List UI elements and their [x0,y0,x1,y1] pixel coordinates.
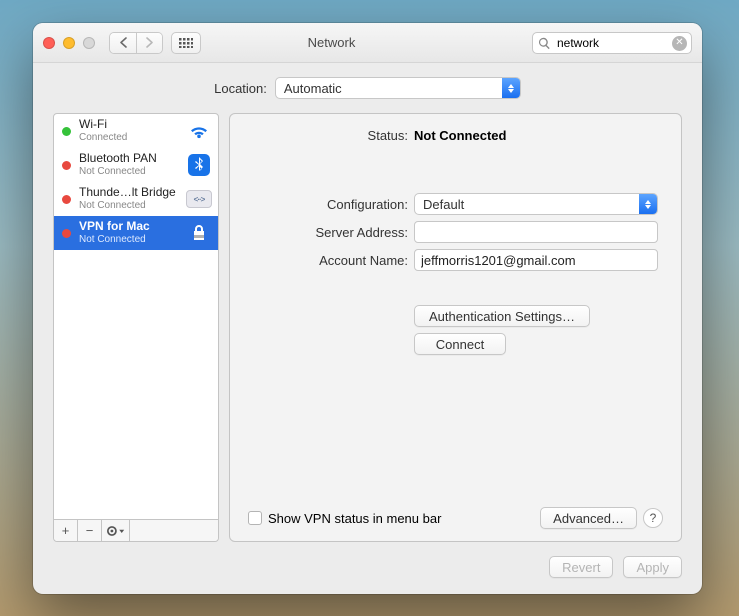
service-name: Wi-Fi [79,118,178,132]
content-area: Location: Automatic Wi-Fi Connected [33,63,702,594]
service-bluetooth-pan[interactable]: Bluetooth PAN Not Connected [54,148,218,182]
authentication-settings-button[interactable]: Authentication Settings… [414,305,590,327]
configuration-label: Configuration: [248,197,408,212]
location-row: Location: Automatic [53,77,682,99]
status-dot-icon [62,229,71,238]
apply-button[interactable]: Apply [623,556,682,578]
service-vpn[interactable]: VPN for Mac Not Connected [54,216,218,250]
main-row: Wi-Fi Connected Bluetooth PAN Not Connec… [53,113,682,542]
search-input[interactable] [555,35,669,51]
location-select[interactable]: Automatic [275,77,521,99]
show-vpn-status-label: Show VPN status in menu bar [268,511,441,526]
configuration-row: Configuration: Default [248,193,663,215]
help-button[interactable]: ? [643,508,663,528]
zoom-window-button[interactable] [83,37,95,49]
location-value: Automatic [284,81,342,96]
show-vpn-status-checkbox[interactable] [248,511,262,525]
service-sub: Not Connected [79,234,178,246]
server-address-row: Server Address: [248,221,663,243]
configuration-select[interactable]: Default [414,193,658,215]
account-name-row: Account Name: [248,249,663,271]
clear-search-button[interactable]: ✕ [672,36,687,51]
location-label: Location: [214,81,267,96]
connect-row: Connect [248,333,663,355]
status-value: Not Connected [414,128,663,143]
service-name: VPN for Mac [79,220,178,234]
bluetooth-icon [186,154,212,176]
search-field[interactable]: ✕ [532,32,692,54]
service-list[interactable]: Wi-Fi Connected Bluetooth PAN Not Connec… [54,114,218,519]
configuration-value: Default [423,197,464,212]
remove-service-button[interactable]: − [78,520,102,541]
advanced-button[interactable]: Advanced… [540,507,637,529]
server-address-input[interactable] [414,221,658,243]
service-name: Bluetooth PAN [79,152,178,166]
detail-panel: Status: Not Connected Configuration: Def… [229,113,682,542]
service-name: Thunde…lt Bridge [79,186,178,200]
revert-button[interactable]: Revert [549,556,613,578]
status-dot-icon [62,195,71,204]
status-dot-icon [62,127,71,136]
connect-button[interactable]: Connect [414,333,506,355]
show-vpn-status-row: Show VPN status in menu bar Advanced… ? [248,507,663,529]
service-thunderbolt-bridge[interactable]: Thunde…lt Bridge Not Connected <··> [54,182,218,216]
window-title: Network [139,35,524,50]
network-prefs-window: Network ✕ Location: Automatic Wi-Fi [33,23,702,594]
thunderbolt-icon: <··> [186,190,212,208]
select-stepper-icon [502,78,520,98]
account-name-input[interactable] [414,249,658,271]
status-row: Status: Not Connected [248,128,663,143]
server-address-label: Server Address: [248,225,408,240]
auth-row: Authentication Settings… [248,305,663,327]
vpn-lock-icon [186,222,212,244]
account-name-label: Account Name: [248,253,408,268]
titlebar: Network ✕ [33,23,702,63]
close-window-button[interactable] [43,37,55,49]
sidebar-footer: + − [54,519,218,541]
wifi-icon [186,123,212,139]
add-service-button[interactable]: + [54,520,78,541]
footer-buttons: Revert Apply [53,556,682,578]
service-sub: Connected [79,132,178,144]
select-stepper-icon [639,194,657,214]
minimize-window-button[interactable] [63,37,75,49]
service-sub: Not Connected [79,200,178,212]
search-icon [538,37,551,50]
service-actions-menu[interactable] [102,520,130,541]
service-wifi[interactable]: Wi-Fi Connected [54,114,218,148]
service-sidebar: Wi-Fi Connected Bluetooth PAN Not Connec… [53,113,219,542]
status-label: Status: [248,128,408,143]
back-button[interactable] [110,33,136,53]
traffic-lights [43,37,95,49]
status-dot-icon [62,161,71,170]
service-sub: Not Connected [79,166,178,178]
